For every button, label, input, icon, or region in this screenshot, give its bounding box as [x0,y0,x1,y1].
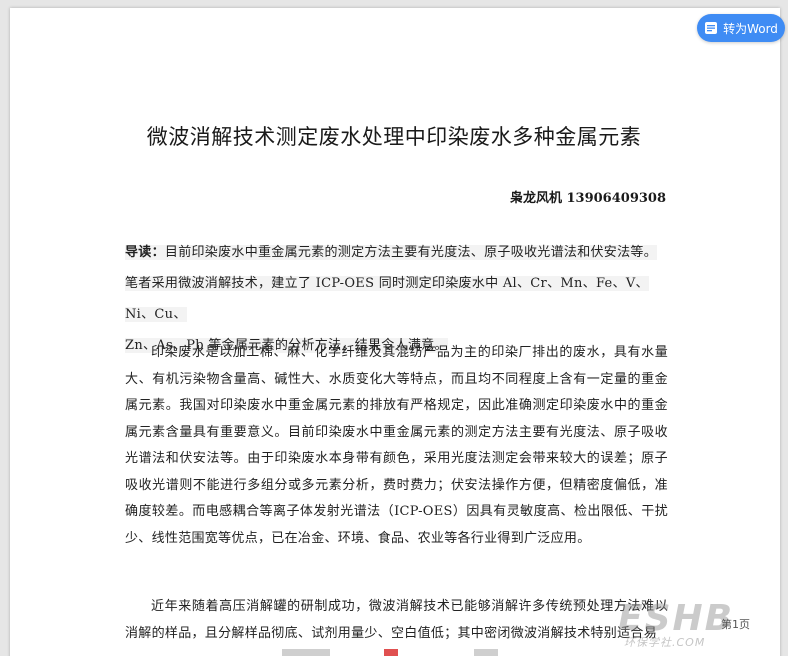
page-number: 第1页 [721,618,750,631]
convert-to-word-label: 转为Word [723,21,778,36]
body-paragraph-1: 印染废水是以加工棉、麻、化学纤维及其混纺产品为主的印染厂排出的废水，具有水量大、… [125,345,668,546]
intro-line-2: 笔者采用微波消解技术，建立了 ICP-OES 同时测定印染废水中 Al、Cr、M… [125,268,668,330]
toolbar-button-prev[interactable] [282,649,330,656]
word-icon [704,21,718,35]
document-title: 微波消解技术测定废水处理中印染废水多种金属元素 [146,125,642,149]
intro-text-2: 笔者采用微波消解技术，建立了 ICP-OES 同时测定印染废水中 Al、Cr、M… [125,276,649,322]
bottom-toolbar [0,649,788,656]
body-paragraph-2: 近年来随着高压消解罐的研制成功，微波消解技术已能够消解许多传统预处理方法难以消解… [125,599,668,641]
intro-label: 导读： [125,245,165,260]
toolbar-button-next[interactable] [474,649,498,656]
intro-text-1: 目前印染废水中重金属元素的测定方法主要有光度法、原子吸收光谱法和伏安法等。 [164,245,658,260]
author-contact: 枭龙风机 13906409308 [509,191,666,206]
toolbar-button-mark[interactable] [384,649,398,656]
intro-line-1: 导读：目前印染废水中重金属元素的测定方法主要有光度法、原子吸收光谱法和伏安法等。 [125,237,668,268]
convert-to-word-button[interactable]: 转为Word [697,14,785,42]
